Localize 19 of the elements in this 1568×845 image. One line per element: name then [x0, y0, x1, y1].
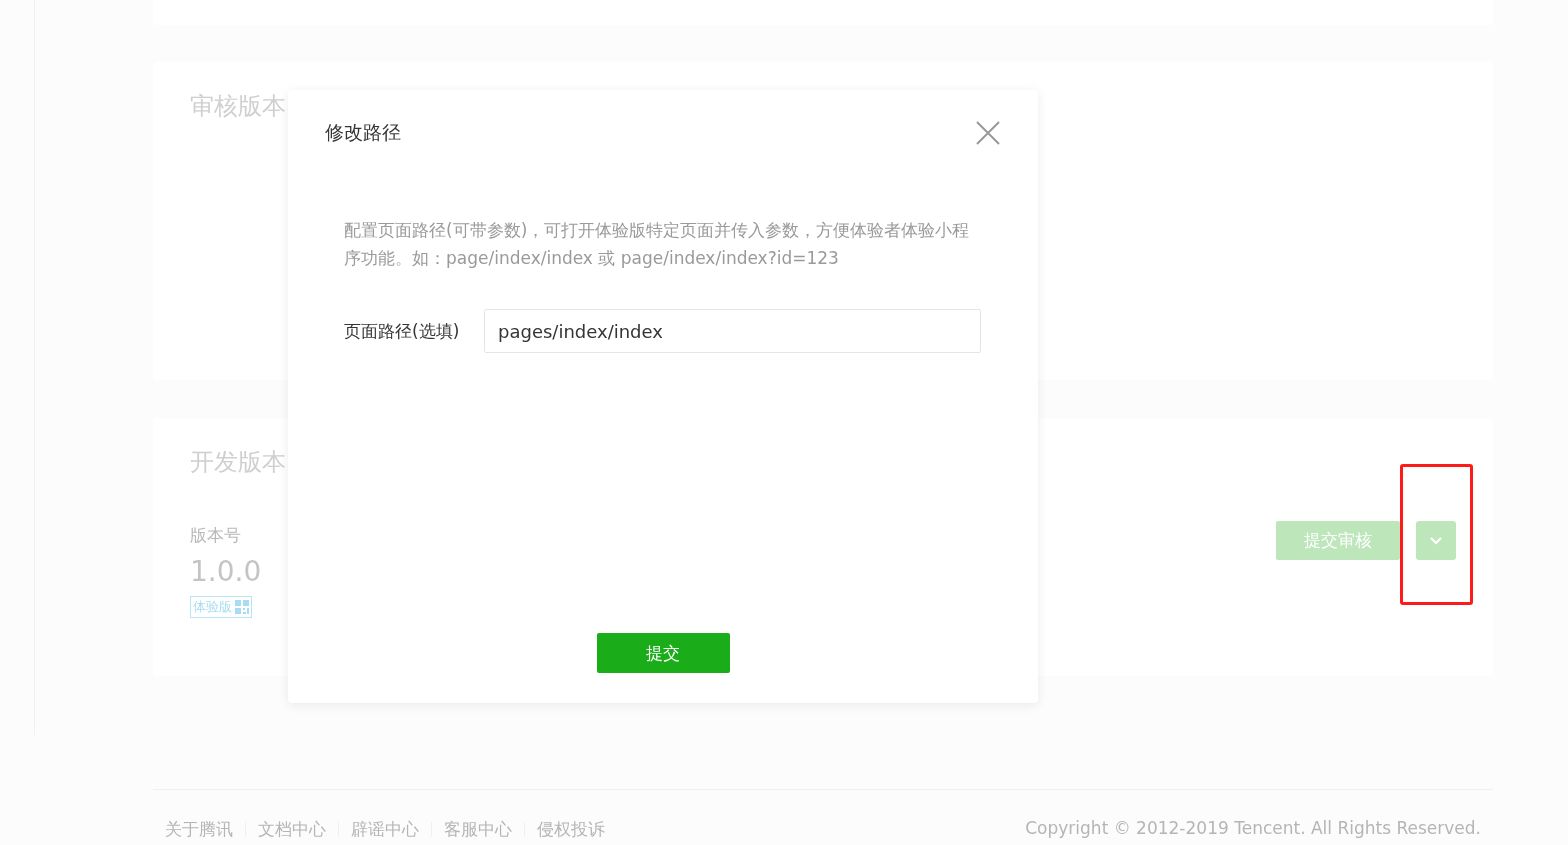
footer-link[interactable]: 侵权投诉: [537, 818, 605, 841]
qr-code-icon: [235, 600, 249, 614]
footer-link[interactable]: 辟谣中心: [351, 818, 419, 841]
version-label: 版本号: [190, 524, 242, 547]
footer-link[interactable]: 文档中心: [258, 818, 326, 841]
close-button[interactable]: [975, 120, 1001, 146]
chevron-down-icon: [1430, 536, 1442, 545]
submit-review-button[interactable]: 提交审核: [1276, 521, 1400, 560]
footer-link[interactable]: 关于腾讯: [165, 818, 233, 841]
dialog-description: 配置页面路径(可带参数)，可打开体验版特定页面并传入参数，方便体验者体验小程序功能。如：page/index/index 或 page/index/index?id=123: [344, 219, 971, 270]
version-number: 1.0.0: [190, 555, 262, 588]
trial-version-tag[interactable]: 体验版: [190, 596, 252, 618]
copyright-text: Copyright © 2012-2019 Tencent. All Rights Reserved.: [1025, 818, 1481, 840]
footer-link[interactable]: 客服中心: [444, 818, 512, 841]
submit-button[interactable]: 提交: [596, 633, 730, 673]
field-label: 页面路径(选填): [344, 319, 461, 343]
dialog-title: 修改路径: [325, 120, 401, 145]
page-path-input[interactable]: pages/index/index: [484, 309, 981, 353]
close-icon: [975, 120, 1001, 146]
